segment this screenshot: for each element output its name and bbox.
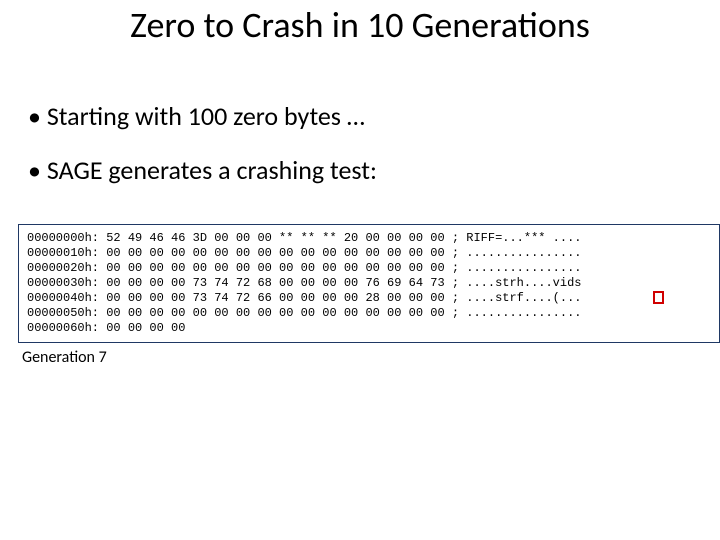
- generation-label: Generation 7: [22, 348, 107, 367]
- bullet-1: Starting with 100 zero bytes …: [28, 100, 377, 132]
- highlight-box-icon: [653, 291, 664, 304]
- hexdump-block: 00000000h: 52 49 46 46 3D 00 00 00 ** **…: [18, 224, 720, 343]
- bullet-2: SAGE generates a crashing test:: [28, 154, 377, 186]
- slide-title: Zero to Crash in 10 Generations: [0, 6, 720, 46]
- bullet-list: Starting with 100 zero bytes … SAGE gene…: [28, 100, 377, 208]
